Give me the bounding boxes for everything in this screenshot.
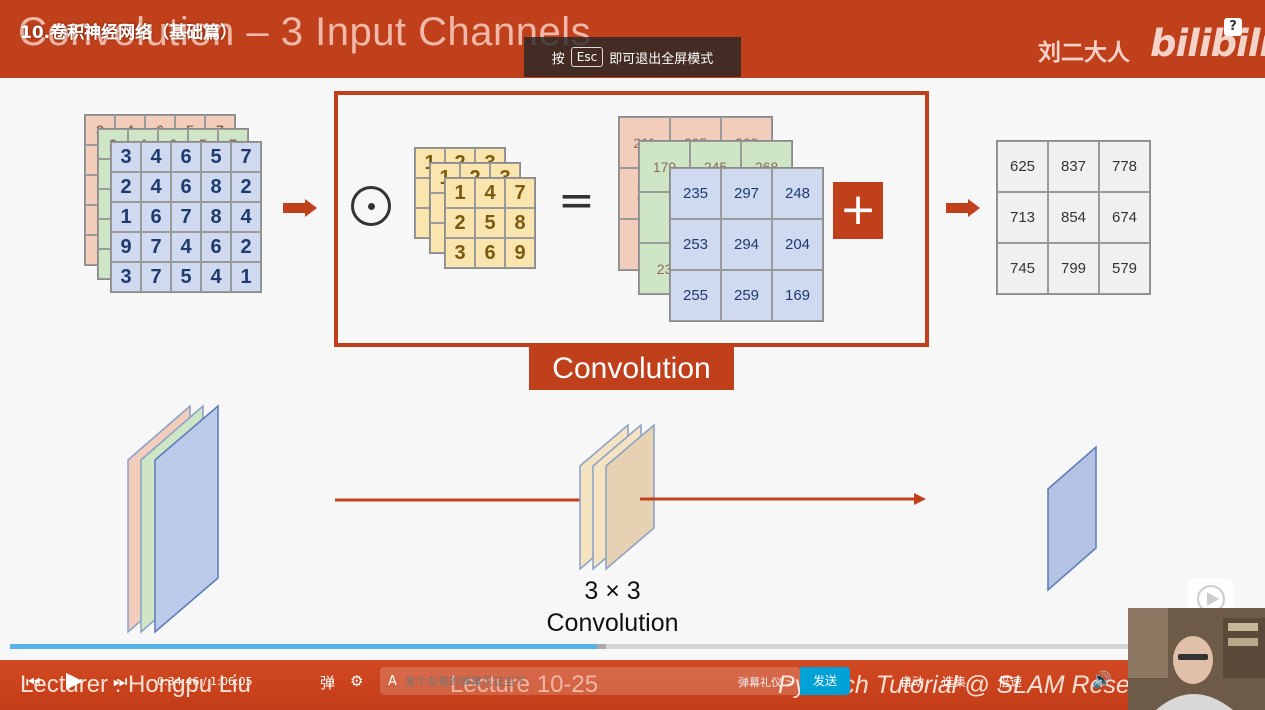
matrix-cell: 4 (231, 202, 261, 232)
matrix-cell: 248 (772, 168, 823, 219)
matrix-cell: 1 (111, 202, 141, 232)
send-button[interactable]: 发送 (800, 667, 850, 695)
danmaku-toggle-icon[interactable]: 弹 (320, 672, 335, 693)
toast-suffix: 即可退出全屏模式 (609, 51, 714, 67)
matrix-cell: 8 (201, 202, 231, 232)
diagram-caption: 3 × 3 Convolution (520, 575, 705, 639)
matrix-cell: 7 (231, 142, 261, 172)
matrix-cell: 837 (1048, 141, 1099, 192)
time-display: 0:34:46 / 1:06:05 (157, 675, 253, 688)
matrix-cell: 253 (670, 219, 721, 270)
matrix-cell: 674 (1099, 192, 1150, 243)
elementwise-product-icon (351, 186, 391, 226)
matrix-cell: 7 (171, 202, 201, 232)
watermark-author: 刘二大人 (1038, 40, 1130, 66)
matrix-cell: 2 (445, 208, 475, 238)
esc-key-badge: Esc (570, 47, 604, 67)
matrix-cell: 6 (201, 232, 231, 262)
matrix-cell: 2 (111, 172, 141, 202)
danmaku-style-icon[interactable]: A (388, 674, 397, 689)
matrix-cell: 169 (772, 270, 823, 321)
matrix-cell: 9 (505, 238, 535, 268)
matrix-cell: 7 (141, 232, 171, 262)
matrix-cell: 3 (445, 238, 475, 268)
caption-line-1: 3 × 3 (584, 577, 641, 605)
time-separator: / (202, 675, 207, 688)
help-button[interactable]: ? (1224, 18, 1242, 36)
matrix-cell: 7 (505, 178, 535, 208)
matrix-cell: 8 (505, 208, 535, 238)
danmaku-input-box[interactable]: A (380, 667, 800, 695)
matrix-cell: 579 (1099, 243, 1150, 294)
matrix-cell: 6 (141, 202, 171, 232)
matrix-cell: 8 (201, 172, 231, 202)
kernel-channel-3: 147258369 (444, 177, 536, 269)
matrix-cell: 2 (231, 172, 261, 202)
matrix-cell: 799 (1048, 243, 1099, 294)
matrix-cell: 9 (111, 232, 141, 262)
slide: Convolution – 3 Input Channels 10.卷积神经网络… (0, 0, 1265, 710)
matrix-cell: 778 (1099, 141, 1150, 192)
result-channel-blue: 235 297 248 253 294 204 255 259 169 (669, 167, 824, 322)
convolution-label: Convolution (529, 347, 734, 390)
next-icon[interactable]: ⏭ (113, 672, 127, 692)
matrix-cell: 297 (721, 168, 772, 219)
matrix-cell: 204 (772, 219, 823, 270)
matrix-cell: 6 (475, 238, 505, 268)
matrix-cell: 259 (721, 270, 772, 321)
matrix-cell: 1 (231, 262, 261, 292)
webcam-image (1128, 608, 1265, 710)
matrix-cell: 4 (201, 262, 231, 292)
equals-sign: = (558, 175, 595, 226)
progress-played[interactable] (10, 644, 597, 649)
arrow-right-icon (946, 199, 980, 217)
danmaku-input[interactable] (404, 674, 705, 688)
matrix-cell: 4 (141, 142, 171, 172)
matrix-cell: 3 (111, 262, 141, 292)
danmaku-etiquette-link[interactable]: 弹幕礼仪 > (738, 674, 795, 690)
matrix-cell: 4 (171, 232, 201, 262)
matrix-cell: 294 (721, 219, 772, 270)
video-title: 10.卷积神经网络（基础篇） (20, 23, 238, 43)
matrix-cell: 854 (1048, 192, 1099, 243)
time-current: 0:34:46 (157, 675, 200, 688)
matrix-cell: 6 (171, 172, 201, 202)
lecturer-webcam (1128, 608, 1265, 710)
arrow-right-icon (283, 199, 317, 217)
matrix-cell: 5 (171, 262, 201, 292)
episodes-button[interactable]: 选集 (942, 673, 966, 690)
matrix-cell: 1 (445, 178, 475, 208)
matrix-cell: 713 (997, 192, 1048, 243)
input-channel-blue: 3465724682167849746237541 (110, 141, 262, 293)
speed-button[interactable]: 倍速 (998, 673, 1022, 690)
bilibili-logo: bilibili (1150, 22, 1265, 65)
play-icon[interactable]: ▶ (66, 668, 83, 693)
auto-button[interactable]: 自动 (900, 673, 924, 690)
matrix-cell: 2 (231, 232, 261, 262)
caption-line-2: Convolution (546, 609, 679, 637)
matrix-cell: 235 (670, 168, 721, 219)
danmaku-settings-icon[interactable]: ⚙ (350, 672, 363, 690)
matrix-cell: 625 (997, 141, 1048, 192)
matrix-cell: 745 (997, 243, 1048, 294)
matrix-cell: 5 (475, 208, 505, 238)
time-total: 1:06:05 (210, 675, 253, 688)
toast-prefix: 按 (551, 51, 565, 67)
matrix-cell: 4 (475, 178, 505, 208)
matrix-cell: 7 (141, 262, 171, 292)
output-matrix: 625 837 778 713 854 674 745 799 579 (996, 140, 1151, 295)
matrix-cell: 6 (171, 142, 201, 172)
matrix-cell: 5 (201, 142, 231, 172)
matrix-cell: 4 (141, 172, 171, 202)
exit-fullscreen-toast: 按 Esc 即可退出全屏模式 (524, 37, 741, 77)
volume-icon[interactable]: 🔊 (1092, 670, 1112, 689)
matrix-cell: 3 (111, 142, 141, 172)
previous-icon[interactable]: ⏮ (26, 672, 40, 692)
sum-plus-icon: + (833, 182, 883, 239)
matrix-cell: 255 (670, 270, 721, 321)
